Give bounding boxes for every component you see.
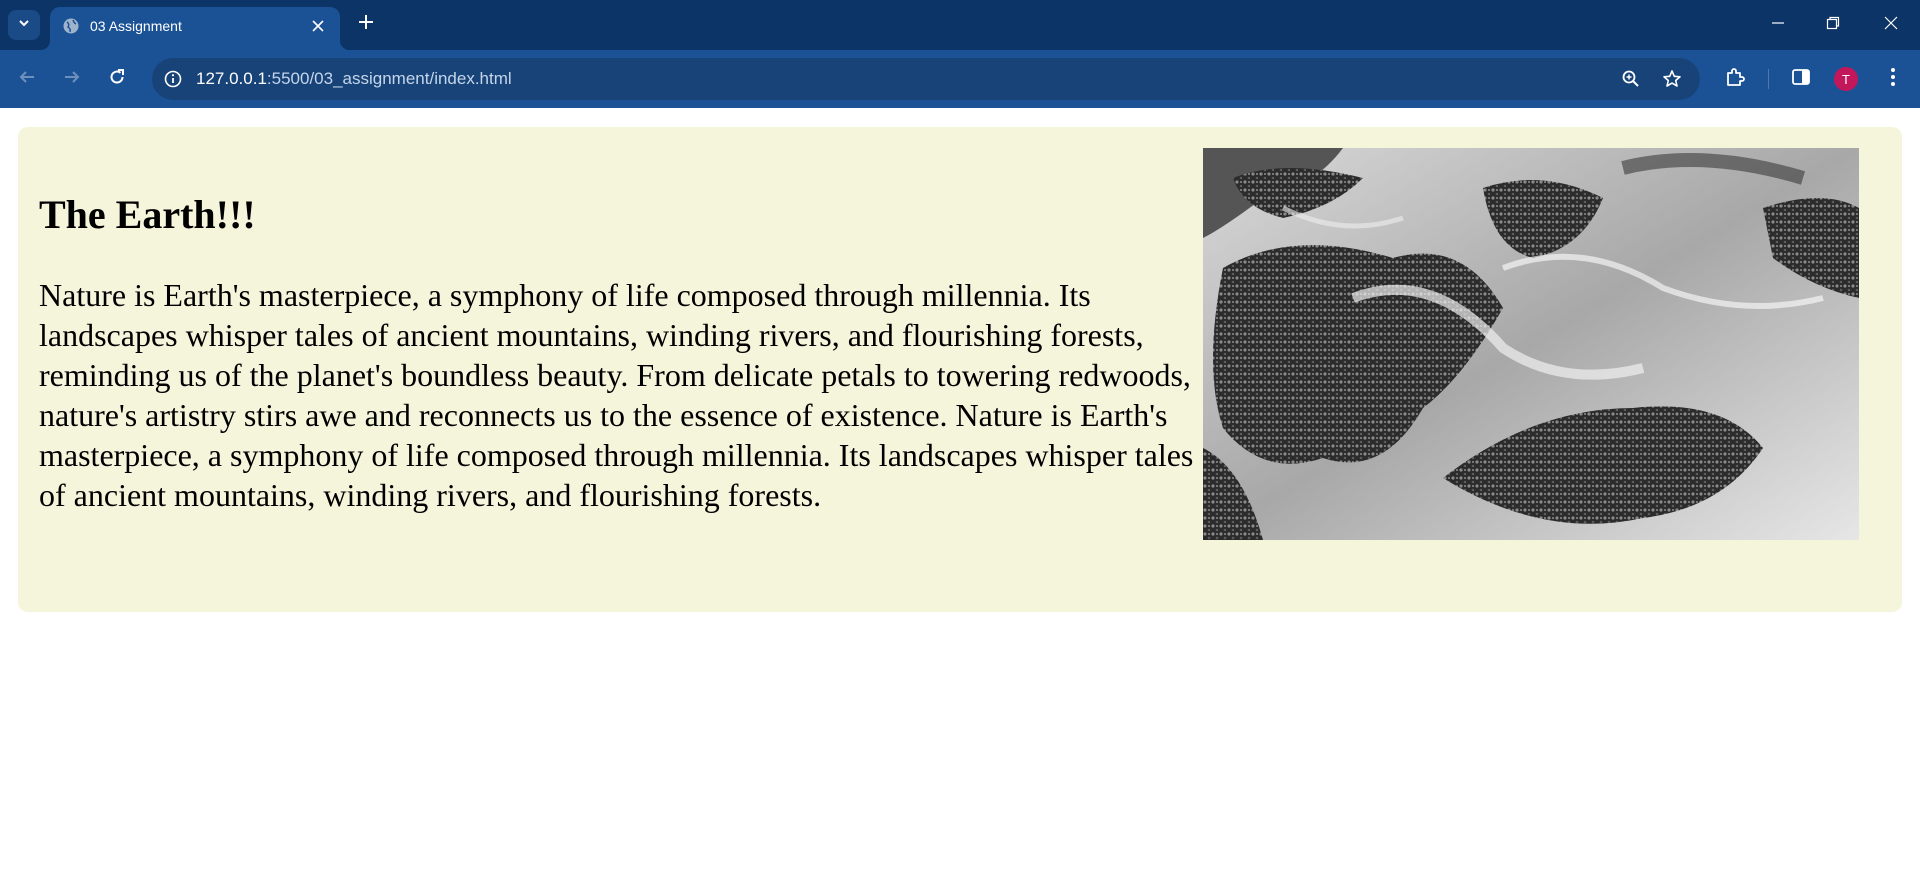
restore-icon [1826,16,1840,35]
url-text[interactable]: 127.0.0.1:5500/03_assignment/index.html [196,69,512,89]
url-host: 127.0.0.1 [196,69,267,88]
content-card: The Earth!!! Nature is Earth's masterpie… [18,127,1902,612]
side-panel-button[interactable] [1786,64,1816,94]
back-button[interactable] [12,64,42,94]
profile-avatar[interactable]: T [1834,67,1858,91]
minimize-icon [1771,16,1785,35]
reload-button[interactable] [102,64,132,94]
restore-button[interactable] [1818,10,1848,40]
page-paragraph: Nature is Earth's masterpiece, a symphon… [39,277,1194,513]
extensions-button[interactable] [1720,64,1750,94]
star-icon[interactable] [1659,66,1685,92]
forward-arrow-icon [63,68,81,91]
tab-title: 03 Assignment [90,18,182,34]
close-icon[interactable] [308,16,328,36]
reload-icon [108,68,126,91]
menu-button[interactable] [1878,64,1908,94]
tab-03-assignment[interactable]: 03 Assignment [40,7,350,50]
url-path: :5500/03_assignment/index.html [266,69,512,88]
plus-icon [358,14,374,35]
page-viewport: The Earth!!! Nature is Earth's masterpie… [0,108,1920,883]
side-panel-icon [1791,67,1811,92]
page-heading: The Earth!!! [39,192,256,237]
more-vertical-icon [1890,67,1896,92]
zoom-icon[interactable] [1618,66,1644,92]
globe-icon [62,17,80,35]
tab-strip: 03 Assignment [0,0,1920,50]
toolbar-divider [1768,69,1769,89]
forward-button[interactable] [57,64,87,94]
tab-search-button[interactable] [8,10,40,40]
browser-toolbar: 127.0.0.1:5500/03_assignment/index.html … [0,50,1920,108]
new-tab-button[interactable] [354,12,378,36]
earth-image [1203,148,1859,540]
chevron-down-icon [17,16,31,35]
puzzle-icon [1724,66,1746,93]
info-icon[interactable] [162,68,184,90]
close-window-button[interactable] [1876,10,1906,40]
back-arrow-icon [18,68,36,91]
minimize-button[interactable] [1763,10,1793,40]
close-icon [1884,16,1898,35]
address-bar[interactable]: 127.0.0.1:5500/03_assignment/index.html [152,58,1700,100]
